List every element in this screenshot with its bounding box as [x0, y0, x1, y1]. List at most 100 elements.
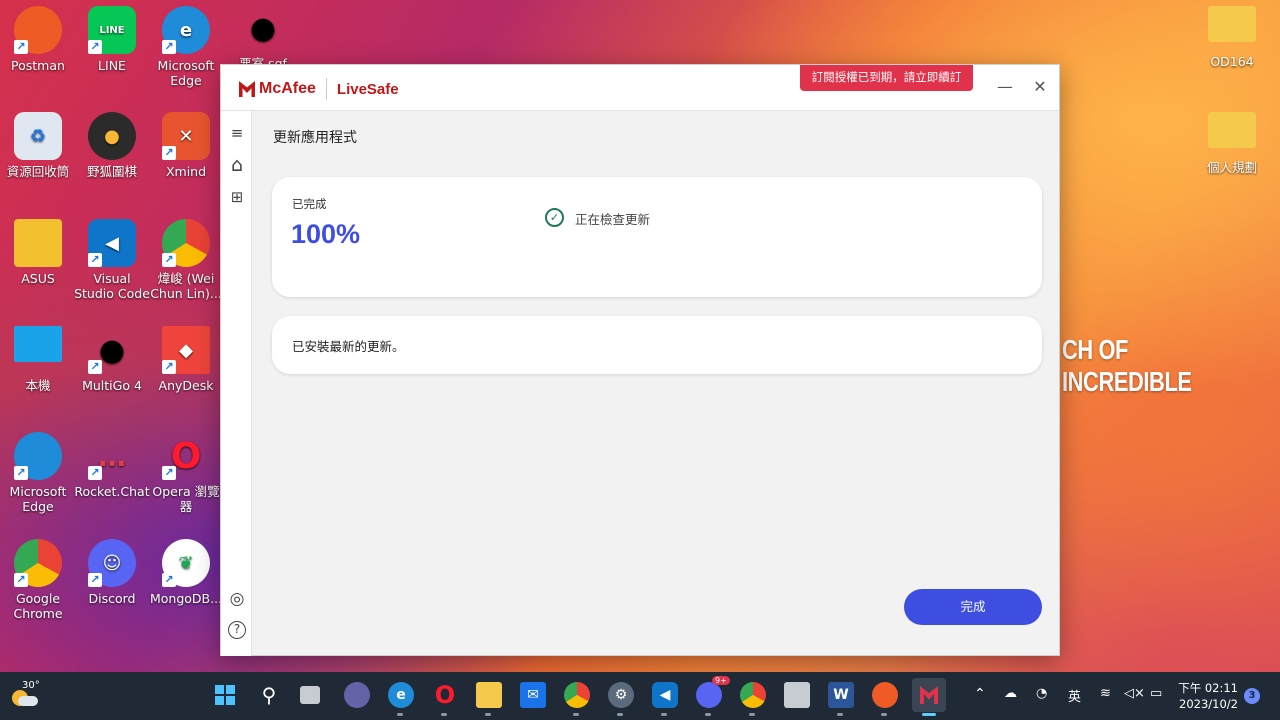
desktop-icon-label: Rocket.Chat [74, 484, 150, 499]
desktop-icon-label: Google Chrome [13, 591, 63, 621]
subscription-expired-banner[interactable]: 訂閱授權已到期，請立即續訂 [800, 65, 973, 91]
apps-grid-icon[interactable]: ⊞ [227, 187, 247, 207]
taskbar: 30° ⚲ e O ✉ ⚙ ◀ 9+ W ⌃ ☁ ◔ 英 ≋ ◁× ▭ 下午 0… [0, 672, 1280, 720]
discord-badge: 9+ [712, 676, 730, 685]
chrome-icon: ↗ [14, 539, 62, 587]
system-clock[interactable]: 下午 02:11 2023/10/2 [1176, 680, 1238, 712]
chrome-icon: ↗ [162, 219, 210, 267]
mcafee-shield-icon [239, 81, 255, 97]
discord-icon[interactable]: 9+ [696, 676, 730, 708]
desktop-icon-line[interactable]: LINE ↗ LINE [74, 6, 150, 73]
start-button[interactable] [212, 682, 238, 708]
desktop-icon-multigo[interactable]: ● ↗ MultiGo 4 [74, 326, 150, 393]
running-indicator [485, 713, 491, 716]
desktop-icon-asus[interactable]: ASUS [0, 219, 76, 286]
account-icon[interactable]: ◎ [227, 589, 247, 609]
mcafee-taskbar-icon[interactable] [912, 678, 946, 712]
close-button[interactable]: ✕ [1028, 75, 1052, 99]
active-indicator [922, 713, 936, 716]
vscode-icon: ◀ ↗ [88, 219, 136, 267]
brand-name: McAfee [259, 80, 316, 97]
photos-icon[interactable] [784, 682, 810, 708]
help-icon[interactable]: ? [228, 621, 246, 639]
desktop-icon-foxwq[interactable]: ● 野狐圍棋 [74, 112, 150, 179]
menu-icon[interactable]: ≡ [227, 123, 247, 143]
wifi-icon[interactable]: ≋ [1100, 686, 1111, 701]
desktop-icon-postman[interactable]: ↗ Postman [0, 6, 76, 73]
folder-icon [14, 219, 62, 267]
desktop-icon-anydesk[interactable]: ◆ ↗ AnyDesk [148, 326, 224, 393]
headset-icon[interactable]: ◔ [1036, 686, 1047, 701]
desktop-icon-mongodb[interactable]: ❦ ↗ MongoDB... [148, 539, 224, 606]
desktop-icon-chrome-profile[interactable]: ↗ 煒峻 (Wei Chun Lin)... [148, 219, 224, 301]
teams-chat-icon[interactable] [344, 682, 370, 708]
desktop-icon-edge-top[interactable]: e ↗ Microsoft Edge [148, 6, 224, 88]
minimize-button[interactable]: — [993, 75, 1017, 99]
running-indicator [441, 713, 447, 716]
desktop-icon-label: 資源回收筒 [6, 164, 70, 179]
windows-icon [215, 685, 235, 705]
desktop-icon-label: 個人規劃 [1206, 160, 1257, 175]
desktop-icon-label: Microsoft Edge [157, 58, 215, 88]
edge-icon[interactable]: e [388, 682, 414, 708]
line-icon: LINE ↗ [88, 6, 136, 54]
wallpaper-slogan: CH OF INCREDIBLE [1062, 334, 1192, 397]
desktop-icon-rocketchat[interactable]: … ↗ Rocket.Chat [74, 432, 150, 499]
monitor-icon [14, 326, 62, 362]
installed-message: 已安裝最新的更新。 [292, 339, 405, 354]
done-button[interactable]: 完成 [904, 589, 1042, 625]
go-board-icon: ● ↗ [88, 326, 136, 374]
desktop-icon-label: MultiGo 4 [82, 378, 142, 393]
running-indicator [397, 713, 403, 716]
chrome-icon[interactable] [564, 682, 590, 708]
desktop-icon-opera[interactable]: O ↗ Opera 瀏覽器 [148, 432, 224, 514]
search-icon[interactable]: ⚲ [256, 682, 282, 708]
update-status-card: 已完成 100% ✓ 正在檢查更新 [272, 177, 1042, 297]
running-indicator [749, 713, 755, 716]
desktop-icon-discord[interactable]: ☺ ↗ Discord [74, 539, 150, 606]
folder-icon [1208, 112, 1256, 148]
running-indicator [881, 713, 887, 716]
sidebar: ≡ ⌂ ⊞ ◎ ? [221, 111, 252, 656]
mcafee-logo: McAfee LiveSafe [239, 78, 399, 100]
mongodb-icon: ❦ ↗ [162, 539, 210, 587]
checking-updates-text: 正在檢查更新 [575, 212, 651, 227]
desktop-icon-plans[interactable]: 個人規劃 [1194, 112, 1270, 175]
clock-date: 2023/10/2 [1179, 697, 1238, 711]
volume-muted-icon[interactable]: ◁× [1124, 686, 1145, 701]
desktop-icon-xmind[interactable]: ✕ ↗ Xmind [148, 112, 224, 179]
desktop-icon-chrome[interactable]: ↗ Google Chrome [0, 539, 76, 621]
desktop-icon-sgf[interactable]: ● 悪室.sgf [225, 4, 301, 71]
desktop-icon-label: Postman [11, 58, 65, 73]
ime-indicator[interactable]: 英 [1068, 686, 1081, 705]
opera-icon[interactable]: O [432, 681, 458, 709]
desktop-icon-od164[interactable]: OD164 [1194, 6, 1270, 69]
desktop-icon-vscode[interactable]: ◀ ↗ Visual Studio Code [74, 219, 150, 301]
home-icon[interactable]: ⌂ [227, 155, 247, 175]
go-board-icon: ● [249, 10, 277, 46]
discord-icon: ☺ ↗ [88, 539, 136, 587]
chrome-profile-icon[interactable] [740, 682, 766, 708]
notification-count-badge[interactable]: 3 [1244, 688, 1260, 704]
file-explorer-icon[interactable] [476, 682, 502, 708]
desktop-icon-label: ASUS [21, 271, 55, 286]
desktop-icon-edge[interactable]: ↗ Microsoft Edge [0, 432, 76, 514]
folder-icon [1208, 6, 1256, 42]
clock-time: 下午 02:11 [1178, 681, 1238, 695]
chevron-up-icon[interactable]: ⌃ [974, 686, 986, 702]
mcafee-tray-icon[interactable]: ☁ [1004, 686, 1017, 701]
recycle-bin-icon: ♻ [14, 112, 62, 160]
vscode-icon[interactable]: ◀ [652, 682, 678, 708]
desktop-icon-recycle-bin[interactable]: ♻ 資源回收筒 [0, 112, 76, 179]
battery-icon[interactable]: ▭ [1150, 686, 1162, 701]
desktop-icon-label: 煒峻 (Wei Chun Lin)... [150, 271, 222, 301]
edge-icon: e ↗ [162, 6, 210, 54]
settings-gear-icon[interactable]: ⚙ [608, 682, 634, 708]
task-view-icon[interactable] [300, 686, 320, 704]
postman-icon[interactable] [872, 682, 898, 708]
word-icon[interactable]: W [828, 682, 854, 708]
weather-widget[interactable]: 30° [10, 680, 42, 712]
rocketchat-icon: … ↗ [88, 432, 136, 480]
desktop-icon-this-pc[interactable]: 本機 [0, 326, 76, 393]
mail-icon[interactable]: ✉ [520, 682, 546, 708]
